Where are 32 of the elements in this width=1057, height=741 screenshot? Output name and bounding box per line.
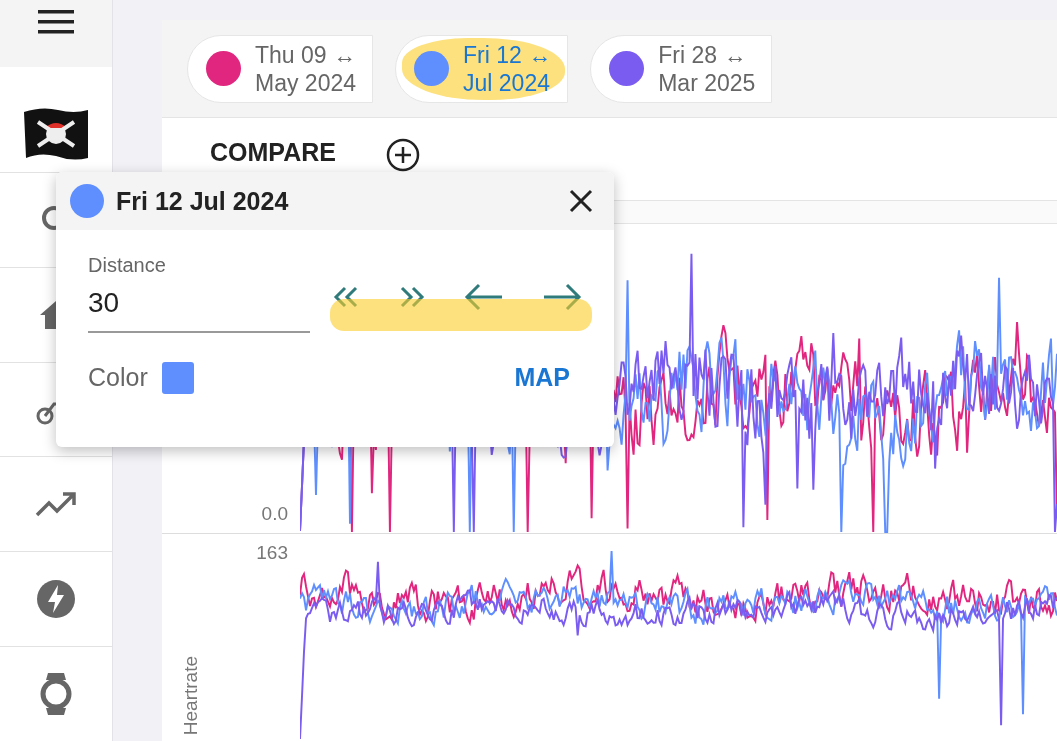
compare-label: COMPARE (210, 138, 336, 167)
watch-icon[interactable] (39, 671, 73, 718)
map-button[interactable]: MAP (502, 359, 582, 396)
menu-icon[interactable] (38, 9, 74, 36)
pirate-flag-logo[interactable] (22, 106, 90, 163)
lightning-icon[interactable] (36, 579, 76, 620)
chip-date: Fri 12 (463, 41, 522, 68)
chip-date: Fri 28 (658, 41, 717, 68)
chip-date: Jul 2024 (463, 68, 550, 97)
chip-date: May 2024 (255, 68, 356, 97)
date-chip[interactable]: Fri 12 ↔ Jul 2024 (395, 34, 569, 103)
date-chip[interactable]: Fri 28 ↔ Mar 2025 (590, 34, 773, 103)
y-tick: 0.0 (261, 503, 288, 525)
swap-arrow[interactable]: ↔ (528, 41, 552, 68)
swap-arrow[interactable]: ↔ (723, 41, 747, 68)
date-chip[interactable]: Thu 09 ↔ May 2024 (187, 34, 373, 103)
popup-title: Fri 12 Jul 2024 (116, 186, 290, 216)
y-axis-label: Heartrate (180, 655, 202, 735)
trending-up-icon[interactable] (35, 491, 77, 518)
double-left-chevron-icon[interactable] (332, 285, 360, 308)
color-label: Color (88, 363, 148, 392)
distance-field[interactable]: Distance 30 (88, 254, 310, 333)
close-icon[interactable] (568, 188, 594, 214)
chip-date: Thu 09 (255, 41, 327, 68)
swap-arrow[interactable]: ↔ (333, 41, 356, 68)
right-arrow-icon[interactable] (542, 282, 582, 311)
chip-date: Mar 2025 (658, 68, 756, 97)
double-right-chevron-icon[interactable] (398, 285, 426, 308)
y-tick: 163 (256, 542, 288, 565)
color-swatch[interactable] (161, 361, 194, 394)
left-arrow-icon[interactable] (464, 282, 504, 311)
add-circle-icon[interactable] (385, 138, 420, 172)
